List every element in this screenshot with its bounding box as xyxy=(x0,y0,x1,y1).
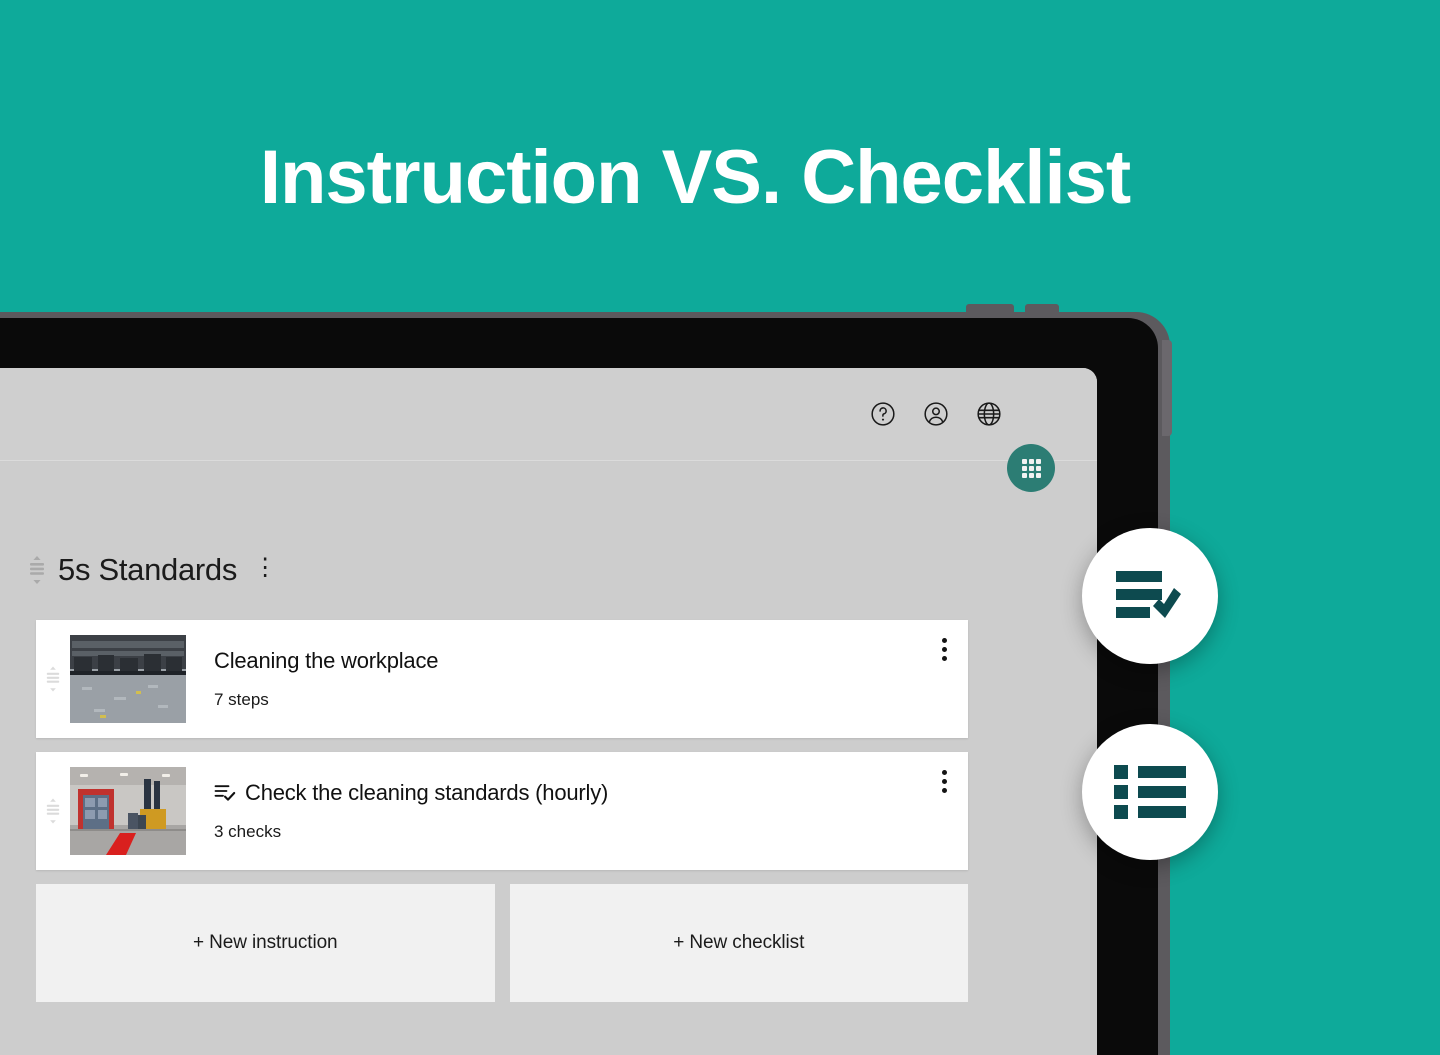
card-body: Cleaning the workplace 7 steps xyxy=(186,648,920,710)
help-icon[interactable] xyxy=(870,401,896,427)
card-drag-handle-icon[interactable] xyxy=(36,797,70,825)
instruction-badge xyxy=(1082,528,1218,664)
card-drag-handle-icon[interactable] xyxy=(36,665,70,693)
new-checklist-button[interactable]: + New checklist xyxy=(509,884,968,1002)
apps-grid-button[interactable] xyxy=(1007,444,1055,492)
language-globe-icon[interactable] xyxy=(976,401,1002,427)
page-title: Instruction VS. Checklist xyxy=(259,135,1131,220)
instruction-card[interactable]: Cleaning the workplace 7 steps xyxy=(36,620,968,738)
card-kebab-menu[interactable] xyxy=(920,638,968,661)
card-title: Cleaning the workplace xyxy=(214,648,439,673)
card-thumbnail xyxy=(70,635,186,723)
checklist-badge xyxy=(1082,724,1218,860)
power-button[interactable] xyxy=(1162,340,1172,436)
drag-handle-icon[interactable] xyxy=(28,555,46,585)
content-area: 5s Standards ⋮ Cleaning the workplace 7 … xyxy=(0,462,1097,1055)
card-title: Check the cleaning standards (hourly) xyxy=(245,780,609,805)
volume-up-button[interactable] xyxy=(966,304,1014,316)
app-bar-icons xyxy=(870,401,1002,427)
section-header: 5s Standards ⋮ xyxy=(28,552,277,588)
tablet-screen: 5s Standards ⋮ Cleaning the workplace 7 … xyxy=(0,368,1097,1055)
checklist-check-icon xyxy=(214,783,236,803)
account-icon[interactable] xyxy=(923,401,949,427)
card-body: Check the cleaning standards (hourly) 3 … xyxy=(186,780,920,842)
instruction-check-icon xyxy=(1112,563,1188,629)
bulleted-list-icon xyxy=(1114,761,1186,823)
volume-down-button[interactable] xyxy=(1025,304,1059,316)
section-kebab-menu[interactable]: ⋮ xyxy=(253,556,277,580)
new-instruction-button[interactable]: + New instruction xyxy=(36,884,495,1002)
checklist-card[interactable]: Check the cleaning standards (hourly) 3 … xyxy=(36,752,968,870)
page-section-title: 5s Standards xyxy=(58,552,238,587)
card-subtitle: 3 checks xyxy=(214,822,282,841)
tablet-device: 5s Standards ⋮ Cleaning the workplace 7 … xyxy=(0,304,1172,1055)
card-thumbnail xyxy=(70,767,186,855)
card-title-row: Cleaning the workplace xyxy=(214,648,920,674)
grid-dots-icon xyxy=(1021,458,1041,478)
card-title-row: Check the cleaning standards (hourly) xyxy=(214,780,920,806)
new-actions-row: + New instruction + New checklist xyxy=(36,884,968,1002)
card-subtitle: 7 steps xyxy=(214,690,269,709)
banner: Instruction VS. Checklist xyxy=(0,0,1440,310)
app-bar xyxy=(0,368,1097,460)
cards-container: Cleaning the workplace 7 steps Check the… xyxy=(36,620,968,1002)
card-kebab-menu[interactable] xyxy=(920,770,968,793)
